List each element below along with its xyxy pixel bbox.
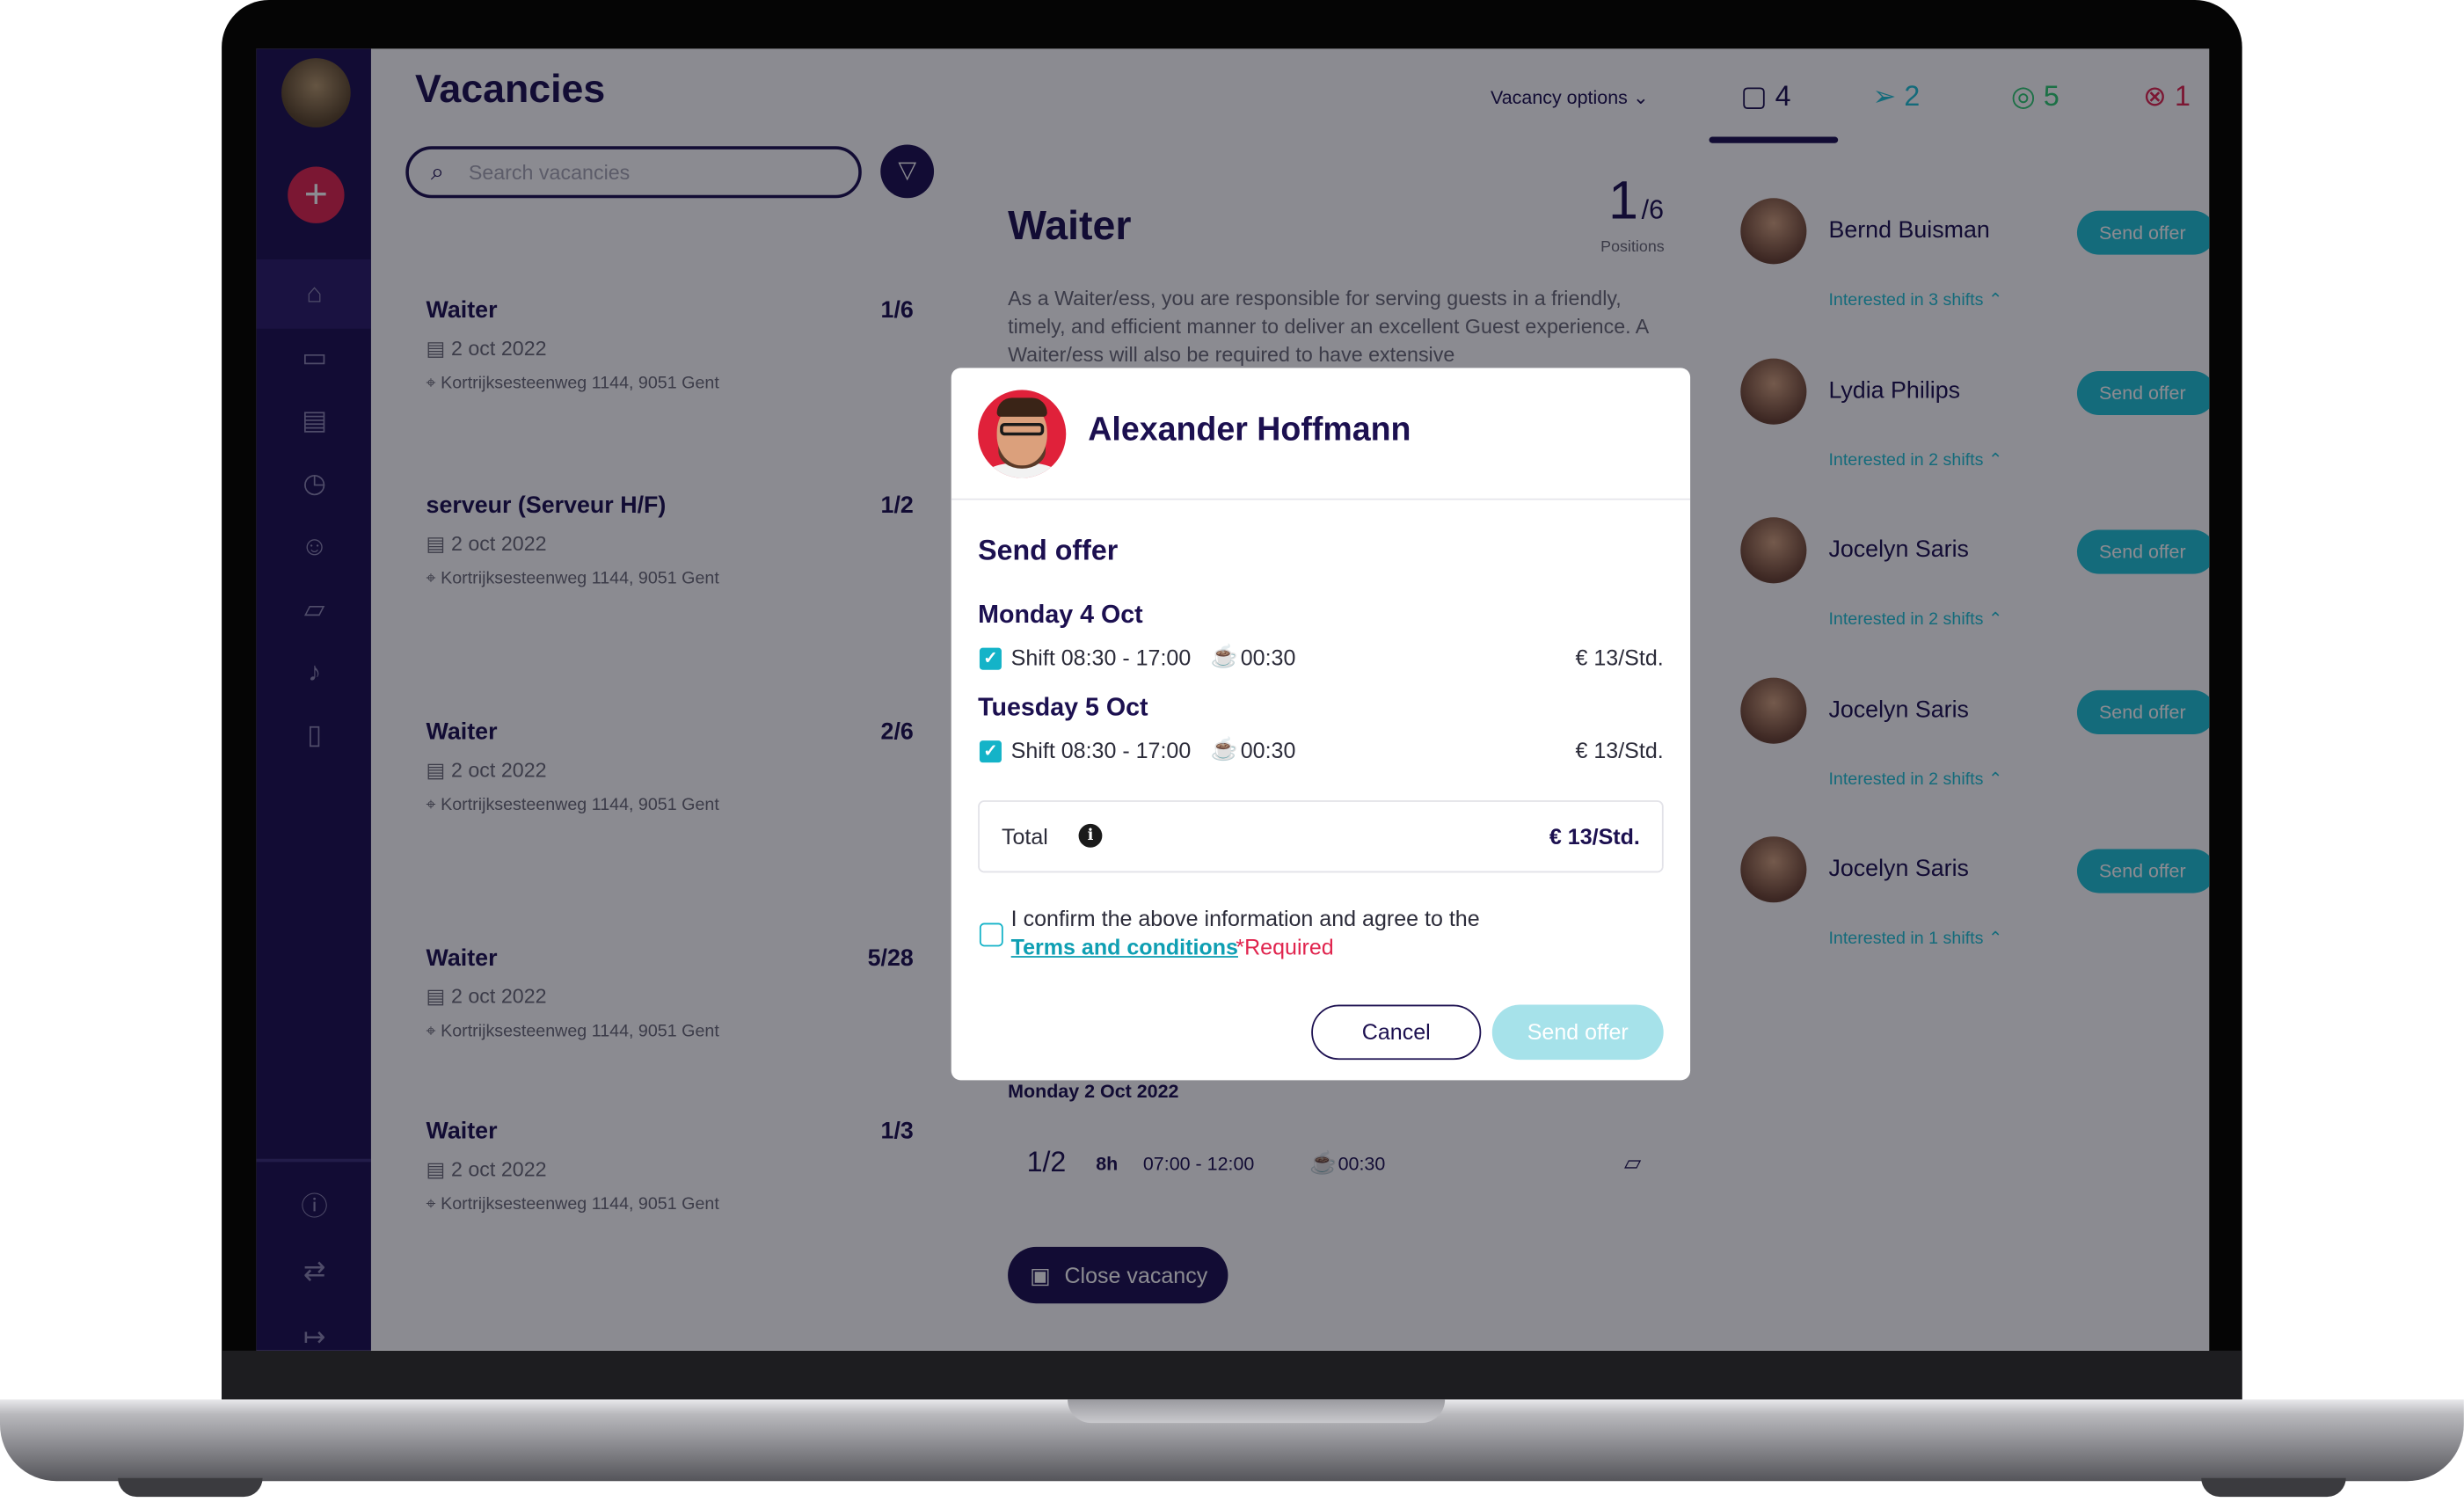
total-label: Total — [1001, 823, 1048, 849]
shift-day: Monday 4 Oct — [978, 602, 1143, 630]
send-offer-button[interactable]: Send offer — [1491, 1004, 1664, 1061]
total-value: € 13/Std. — [1549, 823, 1640, 849]
terms-agree-text: I confirm the above information and agre… — [1010, 905, 1480, 931]
hourly-rate: € 13/Std. — [1575, 645, 1664, 670]
shift-row: ✓ Shift 08:30 - 17:00 ☕ 00:30 € 13/Std. — [978, 735, 1664, 769]
terms-checkbox[interactable] — [979, 922, 1003, 947]
total-box: Total i € 13/Std. — [978, 800, 1664, 873]
info-icon[interactable]: i — [1078, 823, 1103, 848]
shift-checkbox[interactable]: ✓ — [979, 647, 1002, 670]
laptop-mockup: + ⌂ ▭ ▤ ◷ ☺ ▱ ♪ ▯ ⓘ ⇄ ↦ Vacancies ⌕ Sear… — [0, 0, 2464, 1502]
laptop-foot-left — [118, 1477, 263, 1498]
modal-divider — [951, 498, 1691, 500]
shift-checkbox[interactable]: ✓ — [979, 740, 1002, 763]
avatar — [978, 390, 1067, 478]
shift-day: Tuesday 5 Oct — [978, 695, 1148, 722]
coffee-icon: ☕ — [1210, 735, 1238, 762]
laptop-foot-right — [2201, 1477, 2346, 1498]
terms-link[interactable]: Terms and conditions — [1011, 934, 1238, 959]
shift-label: Shift 08:30 - 17:00 — [1010, 645, 1192, 670]
laptop-notch — [1068, 1399, 1446, 1424]
hourly-rate: € 13/Std. — [1575, 737, 1664, 763]
required-label: *Required — [1236, 934, 1334, 959]
app-screen: + ⌂ ▭ ▤ ◷ ☺ ▱ ♪ ▯ ⓘ ⇄ ↦ Vacancies ⌕ Sear… — [256, 48, 2210, 1351]
shift-row: ✓ Shift 08:30 - 17:00 ☕ 00:30 € 13/Std. — [978, 643, 1664, 676]
candidate-name: Alexander Hoffmann — [1088, 412, 1411, 448]
modal-title: Send offer — [978, 534, 1119, 566]
laptop-bezel — [222, 1350, 2242, 1403]
coffee-icon: ☕ — [1210, 643, 1238, 668]
shift-label: Shift 08:30 - 17:00 — [1010, 737, 1192, 763]
break-time: 00:30 — [1240, 645, 1296, 670]
cancel-button[interactable]: Cancel — [1311, 1004, 1482, 1061]
send-offer-modal: Alexander Hoffmann Send offer Monday 4 O… — [951, 368, 1691, 1081]
break-time: 00:30 — [1240, 737, 1296, 763]
